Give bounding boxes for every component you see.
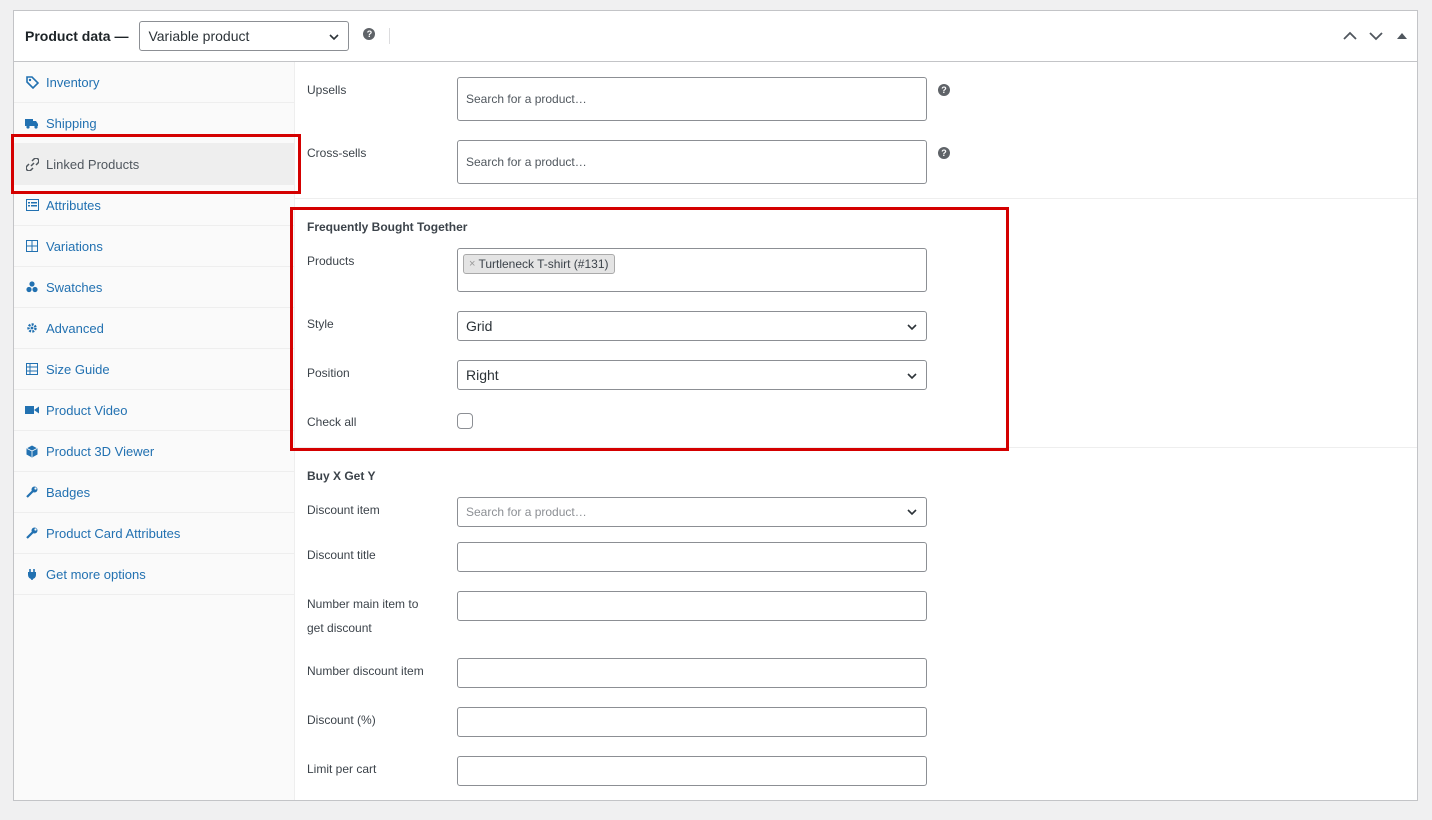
tab-size-guide[interactable]: Size Guide: [14, 349, 294, 390]
product-data-tabs: Inventory Shipping Linked Products Attri…: [14, 62, 295, 800]
fbt-position-label: Position: [307, 366, 350, 380]
tab-label: Shipping: [46, 115, 97, 131]
list-icon: [25, 198, 39, 212]
upsells-search-input[interactable]: Search for a product…: [457, 77, 927, 121]
fbt-style-value: Grid: [466, 318, 493, 334]
move-down-icon[interactable]: [1367, 27, 1385, 45]
discount-title-input[interactable]: [457, 542, 927, 572]
tab-label: Advanced: [46, 320, 104, 336]
plugin-icon: [25, 567, 39, 581]
chevron-down-icon: [906, 369, 918, 385]
tab-product-3d-viewer[interactable]: Product 3D Viewer: [14, 431, 294, 472]
grid-icon: [25, 239, 39, 253]
fbt-position-select[interactable]: Right: [457, 360, 927, 390]
header-divider: [389, 28, 391, 44]
wrench-icon: [25, 526, 39, 540]
tab-swatches[interactable]: Swatches: [14, 267, 294, 308]
tab-label: Product Video: [46, 402, 128, 418]
collapse-toggle-icon[interactable]: [1393, 27, 1411, 45]
product-type-value: Variable product: [148, 28, 250, 44]
tab-inventory[interactable]: Inventory: [14, 62, 294, 103]
section-divider: [295, 447, 1417, 448]
fbt-products-input[interactable]: × Turtleneck T-shirt (#131): [457, 248, 927, 292]
truck-icon: [25, 116, 39, 130]
tab-advanced[interactable]: Advanced: [14, 308, 294, 349]
tab-label: Attributes: [46, 197, 101, 213]
discount-item-label: Discount item: [307, 503, 380, 517]
tab-label: Inventory: [46, 74, 100, 90]
upsells-help-icon[interactable]: ?: [938, 84, 950, 96]
main-item-count-input[interactable]: [457, 591, 927, 621]
help-icon[interactable]: ?: [363, 28, 376, 40]
chevron-down-icon: [906, 506, 918, 521]
gear-icon: [25, 321, 39, 335]
metabox-header: Product data — Variable product ?: [14, 11, 1417, 62]
discount-item-placeholder: Search for a product…: [466, 505, 587, 519]
discount-percent-input[interactable]: [457, 707, 927, 737]
metabox-title: Product data —: [25, 28, 129, 44]
tab-label: Variations: [46, 238, 103, 254]
tab-get-more-options[interactable]: Get more options: [14, 554, 294, 595]
discount-item-select[interactable]: Search for a product…: [457, 497, 927, 527]
tag-icon: [25, 75, 39, 89]
main-item-label-line2: get discount: [307, 621, 372, 635]
discount-percent-label: Discount (%): [307, 713, 376, 727]
tab-badges[interactable]: Badges: [14, 472, 294, 513]
tab-linked-products[interactable]: Linked Products: [14, 144, 294, 185]
token-label: Turtleneck T-shirt (#131): [478, 257, 609, 271]
token-remove-icon[interactable]: ×: [469, 258, 475, 270]
fbt-products-label: Products: [307, 254, 355, 268]
main-item-label-line1: Number main item to: [307, 597, 419, 611]
product-type-select[interactable]: Variable product: [139, 21, 350, 51]
wrench-icon: [25, 485, 39, 499]
upsells-label: Upsells: [307, 83, 347, 97]
number-discount-label: Number discount item: [307, 664, 424, 678]
linked-products-panel: Upsells Search for a product… ? Cross-se…: [295, 62, 1417, 800]
fbt-section-title: Frequently Bought Together: [307, 220, 468, 234]
tab-shipping[interactable]: Shipping: [14, 103, 294, 144]
crosssells-label: Cross-sells: [307, 146, 367, 160]
cube-icon: [25, 444, 39, 458]
limit-per-cart-input[interactable]: [457, 756, 927, 786]
discount-title-label: Discount title: [307, 548, 376, 562]
swatches-icon: [25, 280, 39, 294]
tab-label: Get more options: [46, 566, 146, 582]
tab-label: Product Card Attributes: [46, 525, 181, 541]
table-icon: [25, 362, 39, 376]
fbt-style-label: Style: [307, 317, 334, 331]
limit-per-cart-label: Limit per cart: [307, 762, 377, 776]
metabox-controls: [1341, 27, 1411, 45]
crosssells-help-icon[interactable]: ?: [938, 147, 950, 159]
crosssells-placeholder: Search for a product…: [466, 155, 587, 169]
tab-label: Badges: [46, 484, 91, 500]
link-icon: [25, 157, 39, 171]
fbt-checkall-checkbox[interactable]: [457, 413, 473, 429]
number-discount-input[interactable]: [457, 658, 927, 688]
section-divider: [295, 198, 1417, 199]
chevron-down-icon: [328, 30, 340, 46]
tab-label: Size Guide: [46, 361, 110, 377]
fbt-style-select[interactable]: Grid: [457, 311, 927, 341]
video-icon: [25, 403, 39, 417]
tab-product-card-attributes[interactable]: Product Card Attributes: [14, 513, 294, 554]
fbt-checkall-label: Check all: [307, 415, 357, 429]
move-up-icon[interactable]: [1341, 27, 1359, 45]
tab-label: Linked Products: [46, 156, 140, 172]
tab-attributes[interactable]: Attributes: [14, 185, 294, 226]
selected-product-token[interactable]: × Turtleneck T-shirt (#131): [463, 254, 615, 274]
product-data-metabox: Product data — Variable product ? Invent…: [13, 10, 1418, 801]
crosssells-search-input[interactable]: Search for a product…: [457, 140, 927, 184]
fbt-position-value: Right: [466, 367, 499, 383]
tab-variations[interactable]: Variations: [14, 226, 294, 267]
tab-label: Swatches: [46, 279, 103, 295]
chevron-down-icon: [906, 320, 918, 336]
bxgy-section-title: Buy X Get Y: [307, 469, 376, 483]
tab-label: Product 3D Viewer: [46, 443, 155, 459]
tab-product-video[interactable]: Product Video: [14, 390, 294, 431]
upsells-placeholder: Search for a product…: [466, 92, 587, 106]
